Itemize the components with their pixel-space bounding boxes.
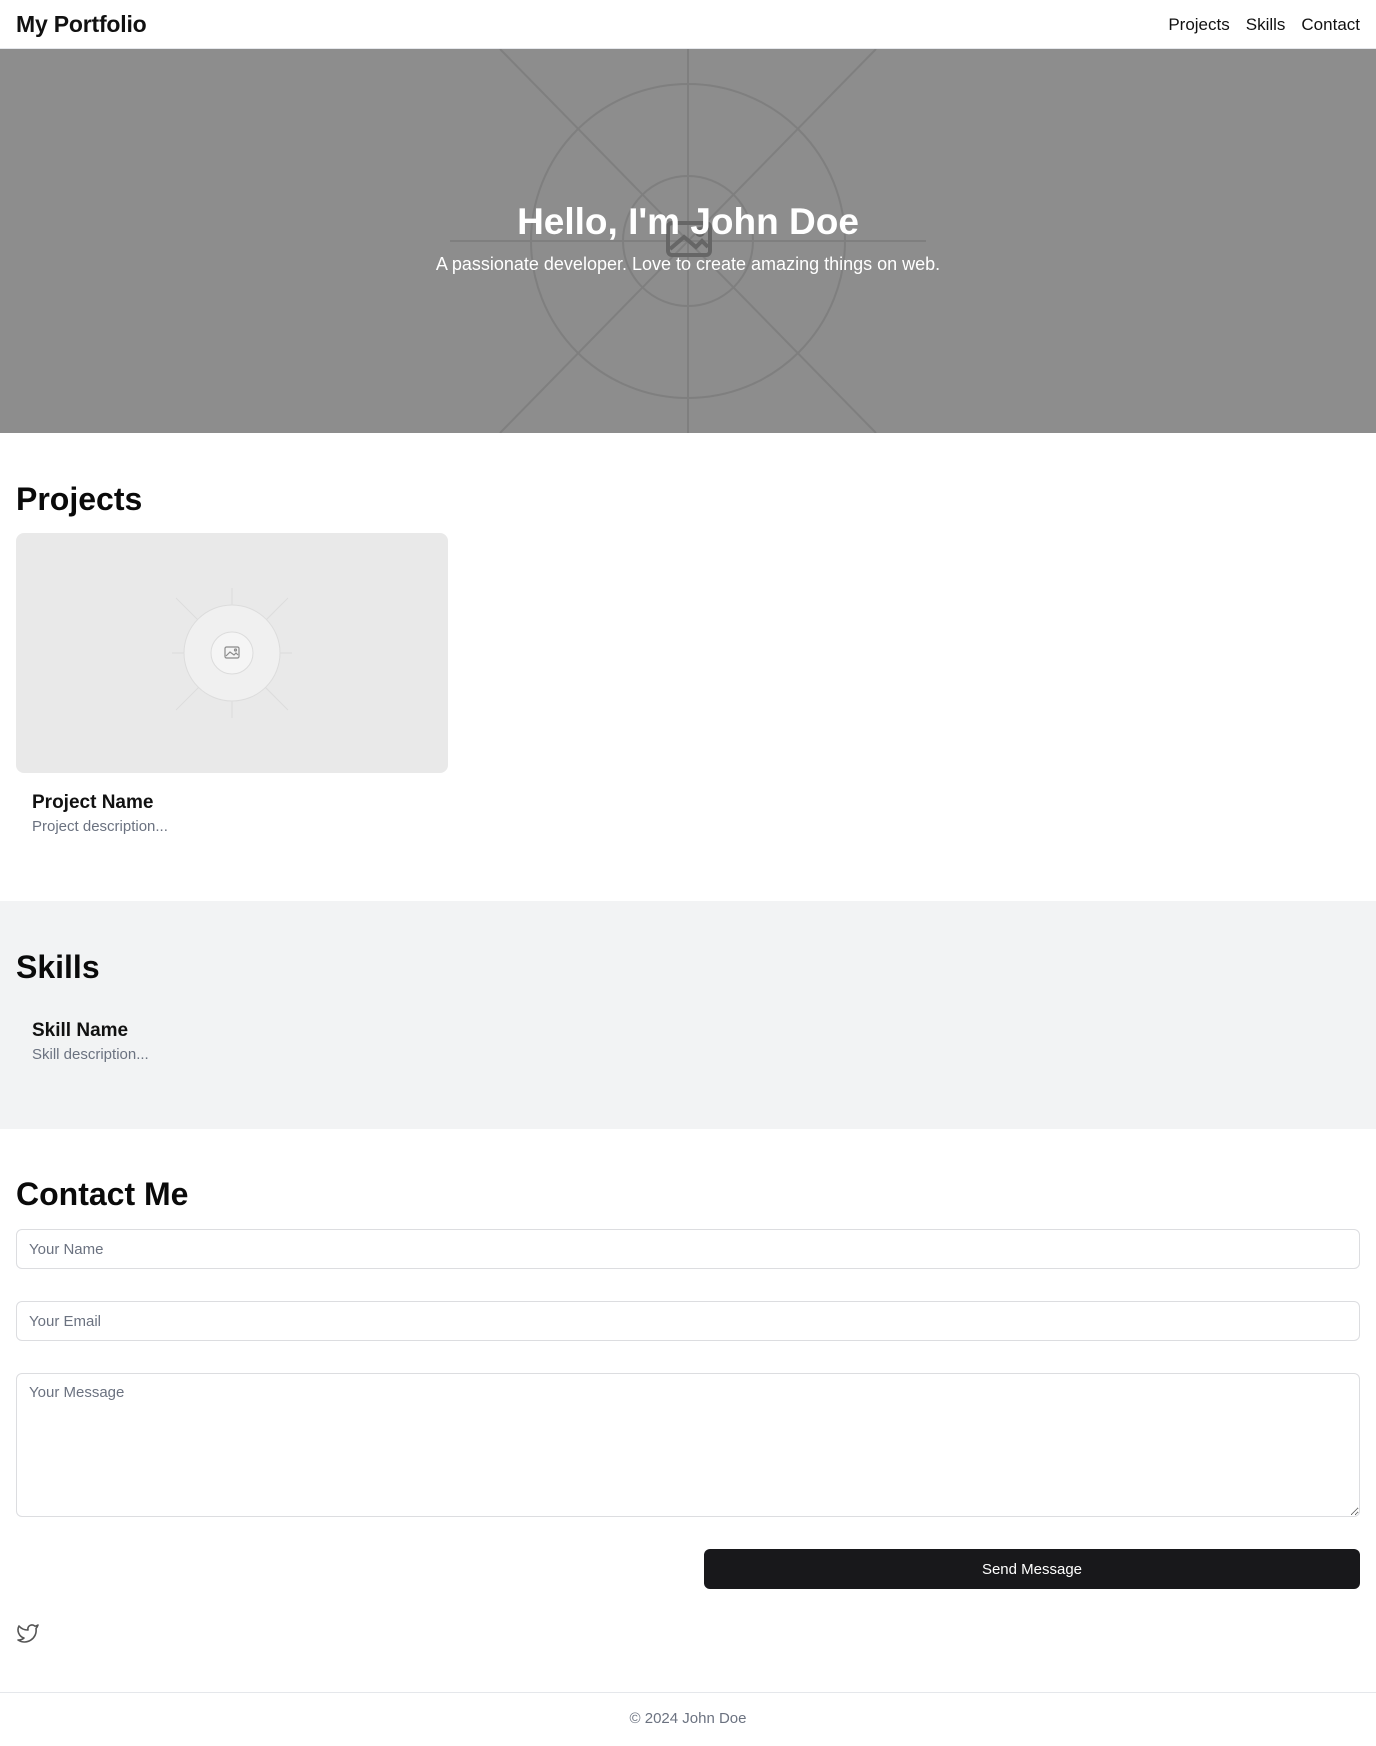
nav-link-contact[interactable]: Contact — [1301, 15, 1360, 35]
skill-description: Skill description... — [32, 1046, 149, 1063]
projects-title: Projects — [16, 481, 143, 517]
site-footer: © 2024 John Doe — [0, 1692, 1376, 1746]
hero-section: Hello, I'm John Doe A passionate develop… — [0, 49, 1376, 433]
nav-link-projects[interactable]: Projects — [1168, 15, 1229, 35]
project-name: Project Name — [32, 792, 154, 813]
projects-section: Projects Project Name Project descriptio… — [0, 433, 1376, 901]
site-brand[interactable]: My Portfolio — [16, 11, 147, 38]
send-message-button[interactable]: Send Message — [704, 1549, 1360, 1589]
twitter-icon — [17, 1624, 39, 1643]
skills-section: Skills Skill Name Skill description... — [0, 901, 1376, 1129]
twitter-link[interactable] — [16, 1621, 40, 1645]
message-textarea[interactable] — [16, 1373, 1360, 1517]
project-image — [16, 533, 448, 773]
hero-title: Hello, I'm John Doe — [517, 201, 859, 242]
hero-subtitle: A passionate developer. Love to create a… — [435, 254, 941, 274]
contact-title: Contact Me — [16, 1176, 189, 1212]
footer-copyright: © 2024 John Doe — [629, 1710, 747, 1727]
email-input[interactable] — [16, 1301, 1360, 1341]
site-header: My Portfolio Projects Skills Contact — [0, 0, 1376, 49]
nav-link-skills[interactable]: Skills — [1246, 15, 1286, 35]
contact-section: Contact Me Send Message — [0, 1129, 1376, 1692]
name-input[interactable] — [16, 1229, 1360, 1269]
project-description: Project description... — [32, 818, 168, 835]
project-image-placeholder — [172, 588, 292, 718]
main-nav: Projects Skills Contact — [1168, 15, 1360, 35]
project-card[interactable]: Project Name Project description... — [16, 533, 448, 853]
skills-title: Skills — [16, 949, 100, 985]
skill-name: Skill Name — [32, 1020, 129, 1041]
